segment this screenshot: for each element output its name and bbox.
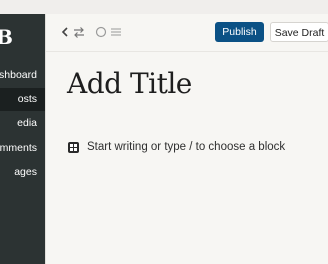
publish-button[interactable]: Publish xyxy=(215,22,264,42)
chevron-left-icon[interactable] xyxy=(58,25,72,39)
sidebar-item-label: edia xyxy=(17,117,37,129)
status-circle-icon[interactable] xyxy=(94,25,108,39)
window-top-strip xyxy=(0,0,328,14)
sidebar-item-label: omments xyxy=(0,142,37,154)
sidebar-item-label: ages xyxy=(14,166,37,178)
admin-sidebar: B ashboard osts edia omments ages xyxy=(0,14,45,264)
sidebar-item-pages[interactable]: ages xyxy=(0,161,45,184)
swap-icon[interactable] xyxy=(72,25,86,39)
menu-lines-icon[interactable] xyxy=(109,25,123,39)
sidebar-item-media[interactable]: edia xyxy=(0,112,45,135)
block-inserter-icon[interactable] xyxy=(68,142,79,153)
sidebar-item-label: ashboard xyxy=(0,69,37,81)
sidebar-item-comments[interactable]: omments xyxy=(0,137,45,160)
site-logo[interactable]: B xyxy=(0,25,13,49)
sidebar-item-dashboard[interactable]: ashboard xyxy=(0,64,45,87)
editor-area: Publish Save Draft Add Title Start writi… xyxy=(45,14,328,264)
sidebar-item-posts[interactable]: osts xyxy=(0,88,45,111)
sidebar-item-label: osts xyxy=(17,93,37,105)
save-draft-button[interactable]: Save Draft xyxy=(270,22,328,42)
editor-toolbar: Publish Save Draft xyxy=(46,14,328,52)
post-title-input[interactable]: Add Title xyxy=(67,67,192,100)
block-prompt[interactable]: Start writing or type / to choose a bloc… xyxy=(87,141,285,153)
